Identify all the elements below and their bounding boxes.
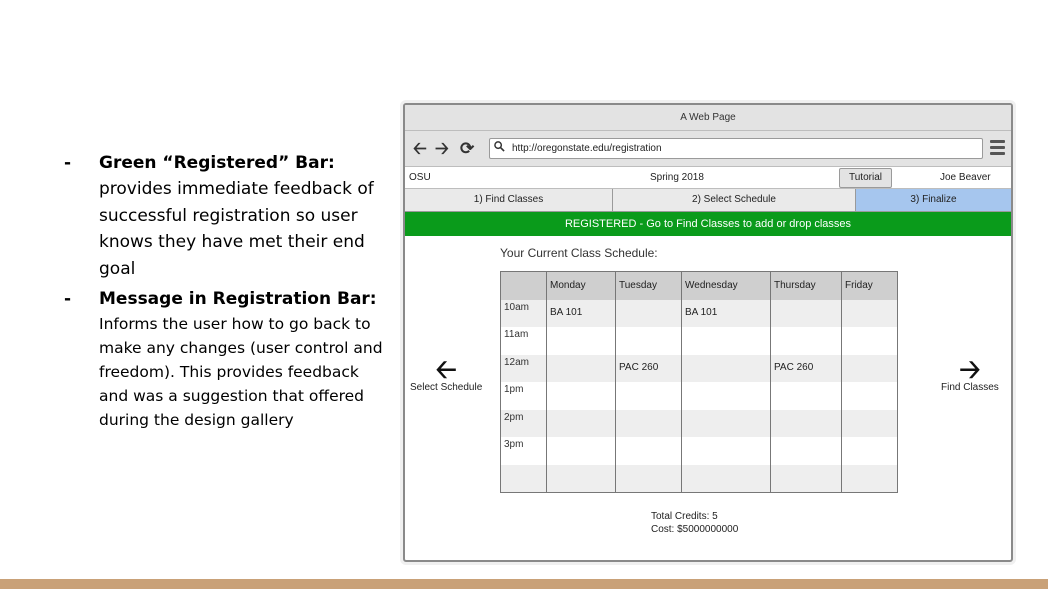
- class-cell: [681, 437, 771, 465]
- class-cell[interactable]: PAC 260: [770, 354, 842, 382]
- class-cell: [681, 382, 771, 410]
- org-label: OSU: [409, 172, 431, 183]
- tutorial-button[interactable]: Tutorial: [839, 168, 892, 188]
- class-cell: [615, 409, 682, 437]
- term-label: Spring 2018: [650, 172, 704, 183]
- arrow-right-icon[interactable]: 🡢: [941, 356, 999, 382]
- finalize-content: Your Current Class Schedule: 🡠 Select Sc…: [405, 236, 1011, 559]
- bullet-dash: -: [64, 153, 72, 173]
- registered-bar: REGISTERED - Go to Find Classes to add o…: [405, 212, 1011, 236]
- class-cell: [681, 464, 771, 493]
- search-icon: [494, 141, 505, 152]
- class-cell: [841, 437, 898, 465]
- schedule-row: 1pm: [500, 382, 898, 410]
- class-cell: [770, 299, 842, 327]
- class-cell: [770, 327, 842, 355]
- time-cell: 12am: [500, 354, 547, 382]
- find-classes-label[interactable]: Find Classes: [941, 382, 999, 393]
- time-cell: 2pm: [500, 409, 547, 437]
- class-cell: [770, 382, 842, 410]
- class-cell: [681, 354, 771, 382]
- day-header: Monday: [546, 271, 616, 300]
- class-cell: [546, 464, 616, 493]
- class-cell: [546, 382, 616, 410]
- class-cell: [841, 327, 898, 355]
- note-text: provides immediate feedback of successfu…: [99, 179, 374, 279]
- class-cell: [615, 382, 682, 410]
- class-cell[interactable]: BA 101: [681, 299, 771, 327]
- class-cell: [770, 464, 842, 493]
- class-cell: [615, 299, 682, 327]
- class-cell[interactable]: PAC 260: [615, 354, 682, 382]
- browser-mockup: A Web Page 🡠 🡢 ⟳ http://oregonstate.edu/…: [403, 103, 1013, 562]
- note-text: Informs the user how to go back to make …: [99, 315, 383, 429]
- class-cell: [615, 464, 682, 493]
- class-cell: [546, 437, 616, 465]
- schedule-row: 2pm: [500, 409, 898, 437]
- window-title: A Web Page: [405, 105, 1011, 131]
- forward-arrow-icon[interactable]: 🡢: [435, 137, 449, 161]
- back-arrow-icon[interactable]: 🡠: [413, 137, 427, 161]
- day-header: Friday: [841, 271, 898, 300]
- time-cell: [500, 464, 547, 493]
- schedule-row: 10am BA 101 BA 101: [500, 299, 898, 327]
- hamburger-menu-icon[interactable]: [990, 140, 1005, 157]
- user-name[interactable]: Joe Beaver: [940, 167, 991, 189]
- class-cell: [841, 464, 898, 493]
- url-field[interactable]: http://oregonstate.edu/registration: [489, 138, 983, 159]
- day-header: Wednesday: [681, 271, 771, 300]
- url-text: http://oregonstate.edu/registration: [512, 143, 662, 154]
- class-cell: [770, 409, 842, 437]
- class-cell: [841, 299, 898, 327]
- schedule-table: Monday Tuesday Wednesday Thursday Friday…: [500, 271, 898, 493]
- bullet-dash: -: [64, 289, 72, 309]
- note-heading: Message in Registration Bar:: [99, 289, 377, 309]
- total-cost: Cost: $5000000000: [651, 524, 739, 535]
- schedule-row: [500, 464, 898, 493]
- note-registration-message: - Message in Registration Bar: Informs t…: [64, 286, 384, 432]
- registration-steps: 1) Find Classes 2) Select Schedule 3) Fi…: [405, 189, 1011, 212]
- schedule-header-row: Monday Tuesday Wednesday Thursday Friday: [500, 271, 898, 300]
- class-cell: [841, 354, 898, 382]
- schedule-row: 12am PAC 260 PAC 260: [500, 354, 898, 382]
- note-registered-bar: - Green “Registered” Bar: provides immed…: [64, 150, 384, 282]
- day-header: Thursday: [770, 271, 842, 300]
- time-cell: 3pm: [500, 437, 547, 465]
- time-cell: 10am: [500, 299, 547, 327]
- day-header: Tuesday: [615, 271, 682, 300]
- select-schedule-nav[interactable]: 🡠 Select Schedule: [410, 356, 482, 393]
- class-cell: [546, 354, 616, 382]
- schedule-row: 3pm: [500, 437, 898, 465]
- select-schedule-label[interactable]: Select Schedule: [410, 382, 482, 393]
- browser-nav-bar: 🡠 🡢 ⟳ http://oregonstate.edu/registratio…: [405, 131, 1011, 167]
- step-select-schedule[interactable]: 2) Select Schedule: [613, 189, 856, 211]
- arrow-left-icon[interactable]: 🡠: [410, 356, 482, 382]
- class-cell: [681, 409, 771, 437]
- totals: Total Credits: 5 Cost: $5000000000: [651, 510, 738, 536]
- time-cell: 1pm: [500, 382, 547, 410]
- class-cell[interactable]: BA 101: [546, 299, 616, 327]
- time-header: [500, 271, 547, 300]
- class-cell: [841, 409, 898, 437]
- class-cell: [841, 382, 898, 410]
- slide-notes: - Green “Registered” Bar: provides immed…: [64, 150, 384, 436]
- total-credits: Total Credits: 5: [651, 511, 718, 522]
- class-cell: [546, 409, 616, 437]
- info-bar: OSU Spring 2018 Tutorial Joe Beaver: [405, 167, 1011, 189]
- find-classes-nav[interactable]: 🡢 Find Classes: [941, 356, 999, 393]
- step-finalize[interactable]: 3) Finalize: [856, 189, 1011, 211]
- step-find-classes[interactable]: 1) Find Classes: [405, 189, 613, 211]
- class-cell: [546, 327, 616, 355]
- time-cell: 11am: [500, 327, 547, 355]
- schedule-row: 11am: [500, 327, 898, 355]
- schedule-title: Your Current Class Schedule:: [500, 246, 658, 260]
- reload-icon[interactable]: ⟳: [460, 137, 474, 161]
- note-heading: Green “Registered” Bar:: [99, 153, 335, 173]
- footer-stripe: [0, 579, 1048, 589]
- class-cell: [615, 437, 682, 465]
- class-cell: [681, 327, 771, 355]
- class-cell: [615, 327, 682, 355]
- class-cell: [770, 437, 842, 465]
